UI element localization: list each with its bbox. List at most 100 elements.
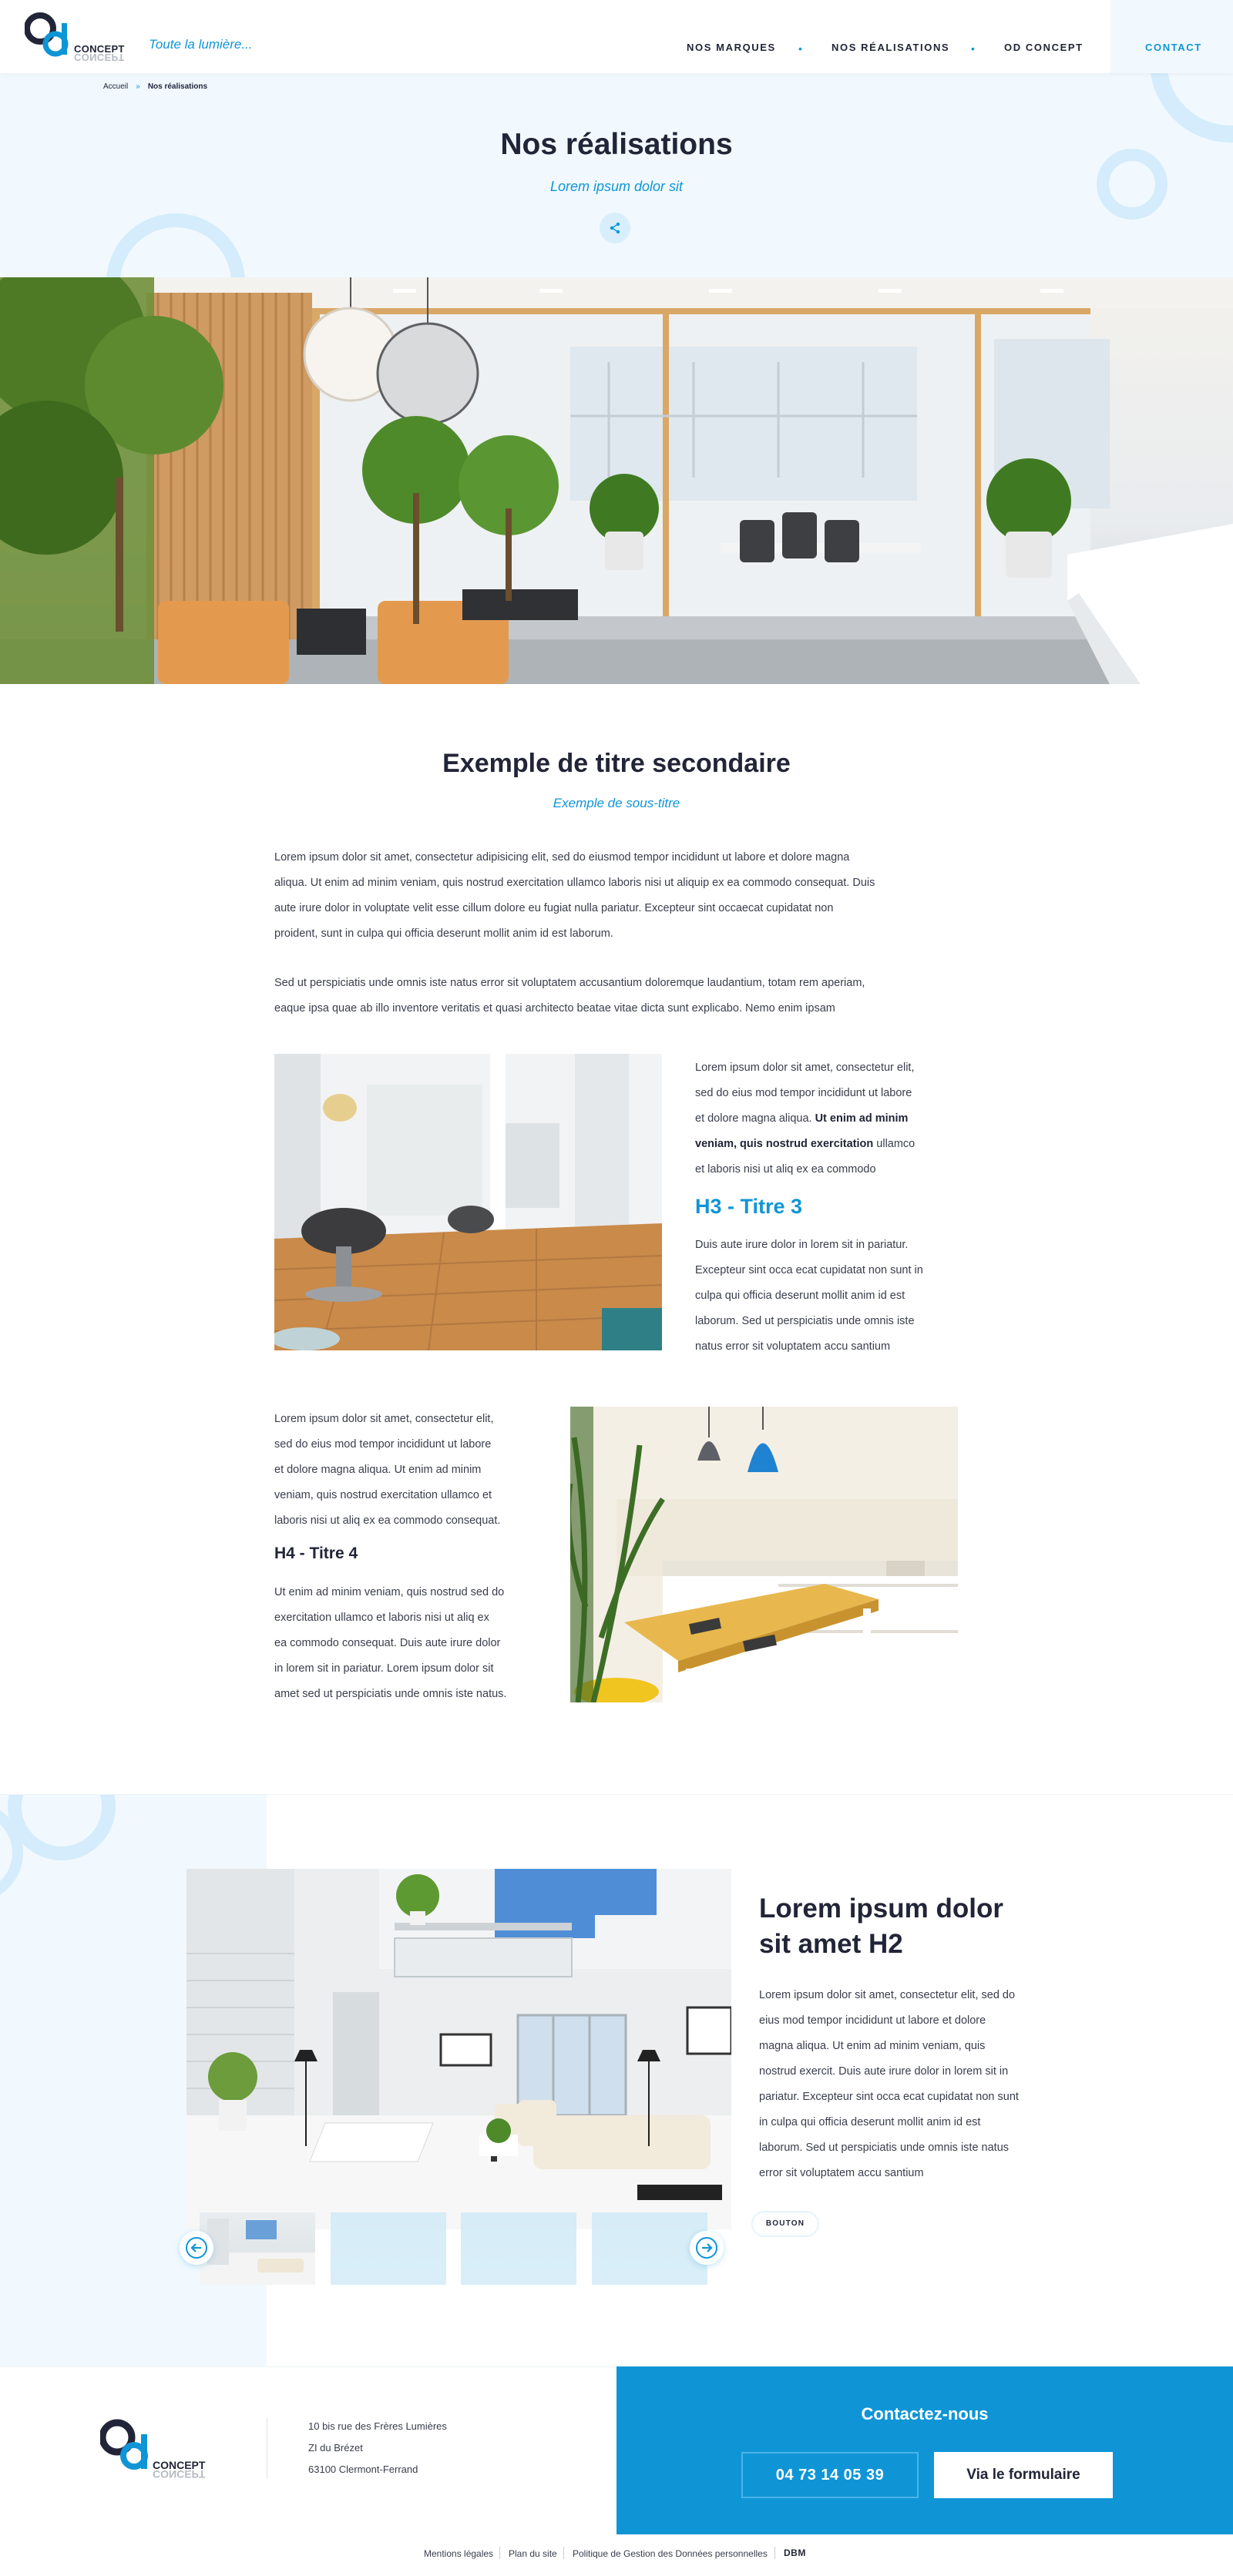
text-line: ea commodo consequat. Duis aute irure do… (274, 1637, 501, 1649)
arrow-left-icon (190, 2243, 201, 2252)
text-line: in culpa qui officia deserunt mollit ani… (759, 2116, 981, 2128)
address-line: 10 bis rue des Frères Lumières (308, 2420, 447, 2432)
text-line: Lorem ipsum dolor sit amet, consectetur … (759, 1989, 1016, 2001)
text-line: pariatur. Excepteur sint occa ecat cupid… (759, 2091, 1019, 2103)
page-title: Nos réalisations (500, 128, 733, 161)
intro-paragraph: Lorem ipsum dolor sit amet, consectetur … (274, 845, 875, 947)
block1-after-paragraph: Duis aute irure dolor in lorem sit in pa… (695, 1233, 923, 1360)
decor-ring (8, 1795, 116, 1860)
slider-thumb-1[interactable] (200, 2212, 315, 2285)
text-line: Sed ut perspiciatis unde omnis iste natu… (274, 977, 865, 989)
section-title: Exemple de titre secondaire (442, 749, 791, 778)
text-line: natus error sit voluptatem accu santium (695, 1340, 891, 1353)
thumb-overlay (331, 2212, 446, 2285)
thumb-overlay (461, 2212, 576, 2285)
office-illustration (0, 277, 1233, 684)
decor-ring (106, 213, 245, 277)
second-paragraph: Sed ut perspiciatis unde omnis iste natu… (274, 971, 865, 1021)
text-line: proident, sunt in culpa qui officia dese… (274, 927, 613, 940)
text-line: et dolore magna aliqua. Ut enim ad minim (274, 1464, 482, 1476)
bouton-button[interactable]: BOUTON (753, 2212, 818, 2236)
text-line: nostrud exercit. Duis aute irure dolor i… (759, 2065, 1009, 2078)
text-line: veniam, quis nostrud exercitation ullamc… (274, 1489, 492, 1501)
nav-contact[interactable]: CONTACT (1145, 42, 1202, 53)
link-mentions-legales[interactable]: Mentions légales (424, 2548, 493, 2559)
page-hero (0, 73, 1233, 277)
bold-text: veniam, quis nostrud exercitation (695, 1138, 874, 1150)
footer-logo-mark (99, 2419, 148, 2470)
thumb-detail (257, 2259, 304, 2272)
text-line: Lorem ipsum dolor sit amet, consectetur … (274, 851, 850, 864)
slider-main-image (186, 1869, 731, 2229)
text-line: et laboris nisi ut aliq ex ea commodo (695, 1163, 876, 1176)
h2-line: Lorem ipsum dolor (759, 1893, 1003, 1924)
address-line: 63100 Clermont-Ferrand (308, 2464, 418, 2475)
legal-separator (774, 2547, 775, 2559)
text-line: Lorem ipsum dolor sit amet, consectetur … (274, 1413, 494, 1425)
hero-image (0, 277, 1233, 684)
text-line: sed do eius mod tempor incididunt ut lab… (695, 1087, 912, 1099)
slider-prev-button[interactable] (180, 2231, 213, 2265)
agency-credit[interactable]: DBM (784, 2547, 806, 2558)
slider-next-button[interactable] (690, 2231, 724, 2265)
arrow-right-icon (702, 2243, 713, 2252)
brand-logo[interactable]: CONCEPT CONCEPT (24, 12, 136, 63)
breadcrumb-home[interactable]: Accueil (103, 82, 128, 91)
brand-name-mirror: CONCEPT (74, 52, 125, 63)
h2-line: sit amet H2 (759, 1929, 903, 1959)
nav-nos-realisations[interactable]: NOS RÉALISATIONS (832, 42, 949, 53)
nav-od-concept[interactable]: OD CONCEPT (1004, 42, 1083, 53)
page-subtitle: Lorem ipsum dolor sit (549, 179, 684, 194)
text-line: laboris nisi ut aliq ex ea commodo conse… (274, 1514, 501, 1527)
address-line: ZI du Brézet (308, 2442, 363, 2454)
text-line: exercitation ullamco et laboris nisi ut … (274, 1612, 489, 1624)
share-icon (610, 222, 620, 234)
breadcrumb: Accueil » Nos réalisations (103, 82, 207, 91)
slider-paragraph: Lorem ipsum dolor sit amet, consectetur … (759, 1983, 1019, 2186)
share-button[interactable] (600, 213, 630, 243)
kitchen-illustration (570, 1407, 958, 1702)
text-line: in lorem sit in pariatur. Lorem ipsum do… (274, 1662, 494, 1675)
kitchen-image (570, 1407, 958, 1702)
breadcrumb-current: Nos réalisations (147, 82, 208, 91)
footer-logo[interactable]: CONCEPT CONCEPT (99, 2419, 223, 2480)
text-line: amet sed ut perspiciatis unde omnis iste… (274, 1688, 507, 1700)
tagline: Toute la lumière... (149, 37, 253, 52)
text-line: aliqua. Ut enim ad minim veniam, quis no… (274, 877, 875, 889)
h2-title: Lorem ipsum dolor sit amet H2 (759, 1891, 1067, 1962)
text-line: sed do eius mod tempor incididunt ut lab… (274, 1438, 492, 1451)
nav-contact-tab[interactable] (1110, 0, 1233, 73)
h4-title: H4 - Titre 4 (274, 1545, 358, 1562)
nav-nos-marques[interactable]: NOS MARQUES (687, 42, 776, 53)
slider-thumb-3[interactable] (461, 2212, 576, 2285)
bold-text: Ut enim ad minim (815, 1112, 909, 1125)
text-line: culpa qui officia deserunt mollit anim i… (695, 1290, 905, 1302)
text-line: laborum. Sed ut perspiciatis unde omnis … (759, 2142, 1010, 2154)
text-line: laborum. Sed ut perspiciatis unde omnis … (695, 1315, 915, 1327)
h3-title: H3 - Titre 3 (695, 1195, 803, 1218)
footer-brand-mirror: CONCEPT (153, 2468, 206, 2480)
thumb-detail (246, 2220, 277, 2239)
link-plan-du-site[interactable]: Plan du site (509, 2548, 557, 2559)
text-line: eaque ipsa quae ab illo inventore verita… (274, 1002, 835, 1015)
contact-panel (616, 2366, 1233, 2534)
nav-separator: • (971, 42, 975, 55)
contact-title: Contactez-nous (861, 2404, 989, 2423)
block2-after-paragraph: Ut enim ad minim veniam, quis nostrud se… (274, 1580, 506, 1707)
link-politique-donnees[interactable]: Politique de Gestion des Données personn… (573, 2548, 768, 2559)
salon-illustration (274, 1054, 662, 1350)
block2-paragraph: Lorem ipsum dolor sit amet, consectetur … (274, 1407, 500, 1534)
living-room-illustration (186, 1869, 731, 2229)
text-line: magna aliqua. Ut enim ad minim veniam, q… (759, 2040, 986, 2052)
legal-separator (499, 2547, 500, 2559)
contact-form-button[interactable]: Via le formulaire (934, 2452, 1113, 2498)
text-line: Excepteur sint occa ecat cupidatat non s… (695, 1264, 923, 1276)
salon-image (274, 1054, 662, 1350)
text-line: et dolore magna aliqua. Ut enim ad minim (695, 1112, 909, 1125)
phone-button[interactable]: 04 73 14 05 39 (741, 2452, 919, 2498)
text-line: error sit voluptatem accu santium (759, 2167, 924, 2179)
slider-thumb-2[interactable] (331, 2212, 446, 2285)
text-line: aute irure dolor in voluptate velit esse… (274, 902, 834, 914)
text-line: Ut enim ad minim veniam, quis nostrud se… (274, 1586, 505, 1598)
text-line: veniam, quis nostrud exercitation ullamc… (695, 1138, 916, 1150)
